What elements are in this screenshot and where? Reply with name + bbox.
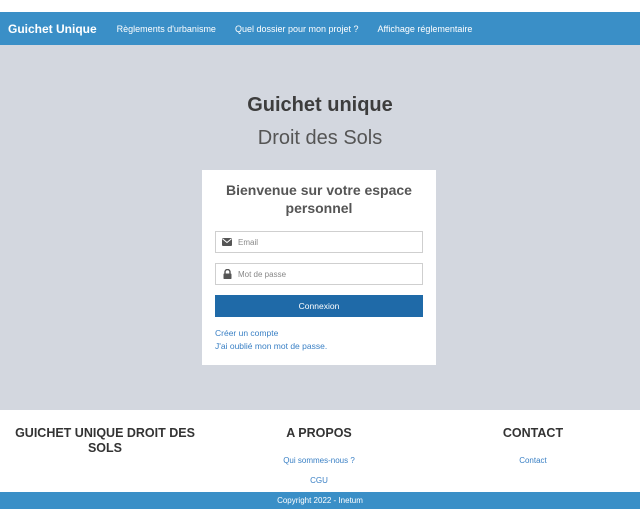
password-field[interactable] [215,263,423,285]
email-input[interactable] [238,237,418,247]
footer-title-contact: CONTACT [502,426,564,440]
login-card: Bienvenue sur votre espace personnel Con… [202,170,436,365]
brand-logo-text[interactable]: Guichet Unique [8,22,97,36]
top-strip [0,0,640,12]
envelope-icon [222,237,232,247]
forgot-password-link[interactable]: J'ai oublié mon mot de passe. [215,341,327,351]
page-subtitle: Droit des Sols [257,127,383,149]
login-heading: Bienvenue sur votre espace personnel [226,182,412,216]
nav-item-reglements[interactable]: Règlements d'urbanisme [117,24,216,34]
lock-icon [222,269,232,279]
footer: GUICHET UNIQUE DROIT DES SOLS A PROPOS Q… [0,410,640,492]
login-button[interactable]: Connexion [215,295,423,317]
footer-title-apropos: A PROPOS [286,426,352,440]
footer-link-contact[interactable]: Contact [453,456,613,465]
email-field[interactable] [215,231,423,253]
footer-link-qui-sommes-nous[interactable]: Qui sommes-nous ? [239,456,399,465]
page-title: Guichet unique [247,94,393,116]
nav-item-quel-dossier[interactable]: Quel dossier pour mon projet ? [235,24,359,34]
footer-title-guichet: GUICHET UNIQUE DROIT DES SOLS [15,426,195,455]
main-content: Guichet unique Droit des Sols Bienvenue … [0,45,640,410]
create-account-link[interactable]: Créer un compte [215,328,278,338]
top-navbar: Guichet Unique Règlements d'urbanisme Qu… [0,12,640,45]
footer-link-cgu[interactable]: CGU [239,476,399,485]
nav-item-affichage[interactable]: Affichage réglementaire [378,24,473,34]
password-input[interactable] [238,269,418,279]
copyright-bar: Copyright 2022 - Inetum [0,492,640,509]
